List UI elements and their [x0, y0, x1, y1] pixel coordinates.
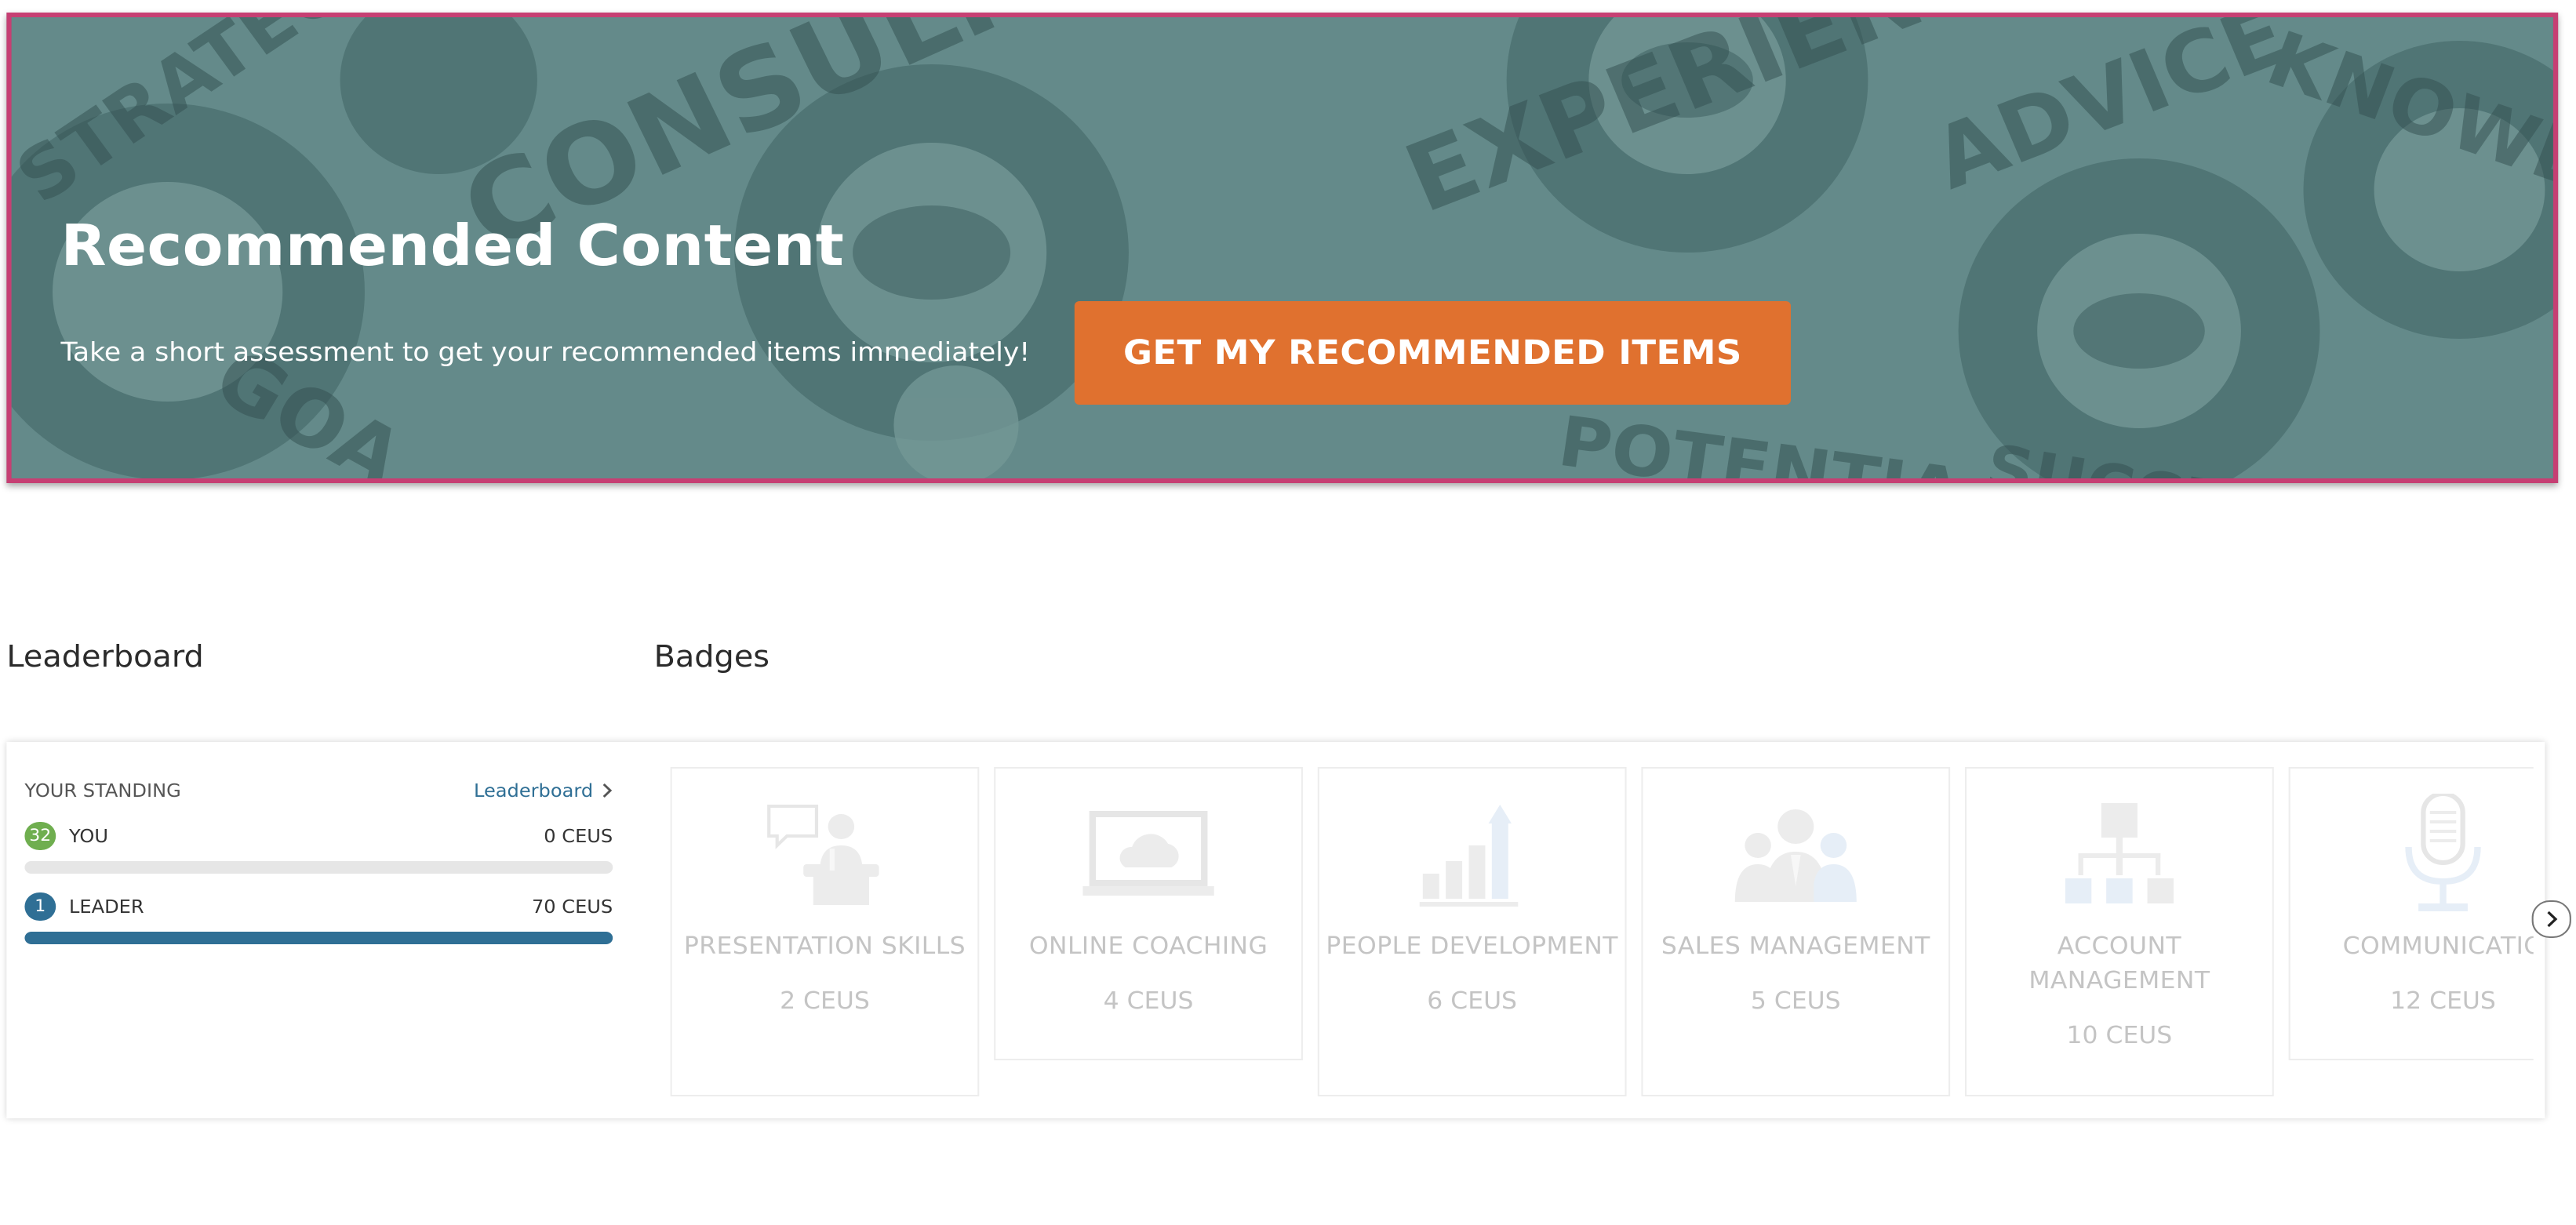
you-progress-bar — [24, 861, 613, 874]
you-standing-row: 32 YOU 0 CEUS — [24, 822, 613, 850]
leader-points: 70 CEUS — [531, 896, 613, 918]
leaderboard-link-label: Leaderboard — [473, 780, 594, 802]
badge-ceus: 12 CEUS — [2390, 987, 2496, 1015]
badge-card-people-development[interactable]: PEOPLE DEVELOPMENT 6 CEUS — [1317, 767, 1627, 1096]
leader-rank-badge: 1 — [24, 892, 56, 921]
badge-card-online-coaching[interactable]: ONLINE COACHING 4 CEUS — [994, 767, 1303, 1060]
laptop-cloud-icon — [995, 787, 1301, 922]
growth-chart-icon — [1319, 787, 1625, 922]
hero-subtitle: Take a short assessment to get your reco… — [60, 337, 1031, 367]
page-title: Recommended Content — [60, 215, 845, 279]
you-rank-badge: 32 — [24, 822, 56, 850]
leader-progress-bar — [24, 932, 613, 944]
leaderboard-heading: Leaderboard — [6, 640, 204, 674]
you-label: YOU — [68, 825, 108, 847]
badge-name: SALES MANAGEMENT — [1661, 932, 1930, 960]
badge-ceus: 2 CEUS — [780, 987, 870, 1015]
team-icon — [1643, 787, 1949, 922]
badge-name: PEOPLE DEVELOPMENT — [1326, 932, 1618, 960]
badge-name: ACCOUNT MANAGEMENT — [2028, 932, 2210, 994]
badge-ceus: 4 CEUS — [1103, 987, 1194, 1015]
leaderboard-badges-panel: YOUR STANDING Leaderboard 32 YOU 0 CEUS … — [6, 742, 2545, 1118]
badge-name: COMMUNICATIO — [2342, 932, 2534, 960]
badge-name: PRESENTATION SKILLS — [683, 932, 966, 960]
badge-ceus: 6 CEUS — [1427, 987, 1518, 1015]
you-points: 0 CEUS — [544, 825, 613, 847]
badge-name: ONLINE COACHING — [1028, 932, 1268, 960]
get-recommended-items-button[interactable]: GET MY RECOMMENDED ITEMS — [1074, 301, 1792, 405]
badge-card-communication[interactable]: COMMUNICATIO 12 CEUS — [2288, 767, 2534, 1060]
leader-label: LEADER — [68, 896, 144, 918]
chevron-right-icon — [2547, 911, 2558, 928]
leaderboard-link[interactable]: Leaderboard — [474, 780, 613, 802]
leader-progress-fill — [24, 932, 613, 944]
carousel-next-button[interactable] — [2531, 900, 2571, 938]
your-standing-label: YOUR STANDING — [24, 780, 181, 802]
badge-card-sales-management[interactable]: SALES MANAGEMENT 5 CEUS — [1641, 767, 1951, 1096]
chevron-right-icon — [602, 783, 613, 798]
recommended-content-banner: STRATEGY CONSULTING EXPERIENCE ADVICE KN… — [6, 13, 2559, 483]
leader-standing-row: 1 LEADER 70 CEUS — [24, 892, 613, 921]
microphone-icon — [2290, 787, 2534, 922]
badge-ceus: 5 CEUS — [1750, 987, 1841, 1015]
badges-heading: Badges — [653, 640, 770, 674]
leaderboard-widget: YOUR STANDING Leaderboard 32 YOU 0 CEUS … — [24, 780, 613, 944]
badge-card-account-management[interactable]: ACCOUNT MANAGEMENT 10 CEUS — [1965, 767, 2274, 1096]
presentation-icon — [672, 787, 978, 922]
badge-ceus: 10 CEUS — [2066, 1021, 2173, 1049]
badge-card-presentation-skills[interactable]: PRESENTATION SKILLS 2 CEUS — [670, 767, 980, 1096]
org-chart-icon — [1967, 787, 2272, 922]
badges-carousel: PRESENTATION SKILLS 2 CEUS ONLINE COACHI… — [670, 767, 2534, 1096]
